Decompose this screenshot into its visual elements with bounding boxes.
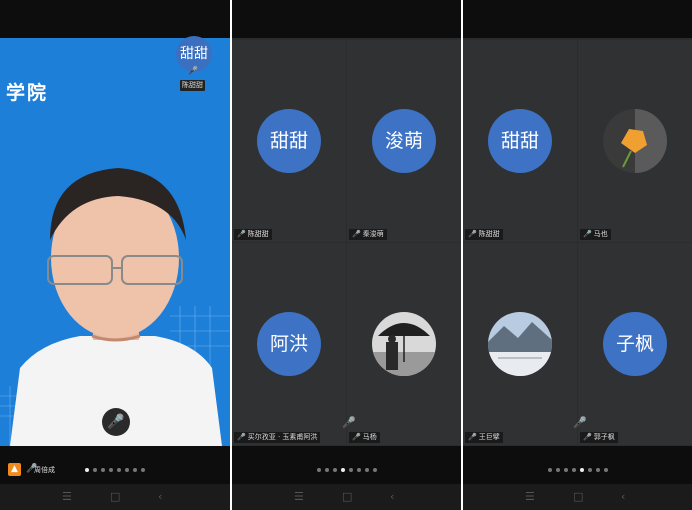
participant-name: 🎤 陈甜甜: [465, 229, 503, 240]
status-bar: [0, 0, 230, 38]
avatar: 阿洪: [257, 312, 321, 376]
avatar: 甜甜: [488, 109, 552, 173]
microphone-icon: 🎤: [573, 416, 587, 429]
background-text: 学院: [6, 82, 49, 104]
page-indicator: [0, 468, 230, 472]
microphone-icon: 🎤: [237, 230, 246, 238]
participant-name: 🎤 王巨擘: [465, 432, 503, 443]
participant-tile[interactable]: 🎤 马杨: [347, 243, 461, 445]
home-square-icon[interactable]: □: [573, 491, 583, 503]
bottom-bar: [463, 446, 692, 484]
participant-tile[interactable]: 浚萌 🎤 秦浚萌: [347, 40, 461, 242]
participant-name: 🎤 马杨: [349, 432, 380, 443]
participant-name: 🎤 买尔孜亚 · 玉素甫阿洪: [234, 432, 321, 443]
phone-grid-view-3: 甜甜 🎤 陈甜甜 🎤 马也 🎤 王巨擘 子枫 🎤 郭子枫 🎤 ☰ □ ‹: [463, 0, 692, 510]
avatar: 子枫: [603, 312, 667, 376]
menu-lines-icon[interactable]: ☰: [62, 491, 72, 503]
nav-bar: ☰ □ ‹: [232, 484, 461, 510]
page-indicator: [463, 468, 692, 472]
microphone-icon: 🎤: [583, 433, 592, 441]
participant-tile[interactable]: 阿洪 🎤 买尔孜亚 · 玉素甫阿洪: [232, 243, 346, 445]
avatar: 甜甜: [257, 109, 321, 173]
avatar-photo: [372, 312, 436, 376]
back-chevron-icon[interactable]: ‹: [390, 491, 394, 503]
microphone-icon: 🎤: [352, 433, 361, 441]
status-bar: [232, 0, 461, 38]
back-chevron-icon[interactable]: ‹: [621, 491, 625, 503]
microphone-icon: 🎤: [342, 416, 356, 429]
microphone-icon: 🎤: [468, 230, 477, 238]
participant-tile[interactable]: 🎤 马也: [578, 40, 692, 242]
home-square-icon[interactable]: □: [342, 491, 352, 503]
nav-bar: ☰ □ ‹: [463, 484, 692, 510]
phone-speaker-view: 学院 甜甜 🎤 陈甜甜 🎤 ▲ 🎤 周倍成 ☰ □ ‹: [0, 0, 230, 510]
microphone-icon: 🎤: [468, 433, 477, 441]
status-bar: [463, 0, 692, 38]
avatar: 浚萌: [372, 109, 436, 173]
microphone-icon: 🎤: [188, 66, 198, 75]
participant-tile[interactable]: 🎤 王巨擘: [463, 243, 577, 445]
participant-name: 🎤 马也: [580, 229, 611, 240]
thumbnail-name: 陈甜甜: [180, 80, 205, 91]
microphone-icon: 🎤: [237, 433, 246, 441]
participant-name: 🎤 陈甜甜: [234, 229, 272, 240]
participant-tile[interactable]: 子枫 🎤 郭子枫: [578, 243, 692, 445]
menu-lines-icon[interactable]: ☰: [294, 491, 304, 503]
mute-toggle-microphone-icon[interactable]: 🎤: [102, 408, 130, 436]
avatar-photo: [488, 312, 552, 376]
menu-lines-icon[interactable]: ☰: [525, 491, 535, 503]
avatar-photo: [603, 109, 667, 173]
participant-name: 🎤 秦浚萌: [349, 229, 387, 240]
phone-grid-view-2: 甜甜 🎤 陈甜甜 浚萌 🎤 秦浚萌 阿洪 🎤 买尔孜亚 · 玉素甫阿洪 🎤 马杨 🎤 ☰…: [232, 0, 461, 510]
microphone-icon: 🎤: [583, 230, 592, 238]
microphone-icon: 🎤: [352, 230, 361, 238]
page-indicator: [232, 468, 461, 472]
speaker-person: [10, 168, 222, 446]
participant-name: 🎤 郭子枫: [580, 432, 618, 443]
participant-tile[interactable]: 甜甜 🎤 陈甜甜: [463, 40, 577, 242]
bottom-bar: [232, 446, 461, 484]
back-chevron-icon[interactable]: ‹: [158, 491, 162, 503]
participant-tile[interactable]: 甜甜 🎤 陈甜甜: [232, 40, 346, 242]
speaker-video[interactable]: 学院: [0, 38, 230, 446]
nav-bar: ☰ □ ‹: [0, 484, 230, 510]
home-square-icon[interactable]: □: [110, 491, 120, 503]
